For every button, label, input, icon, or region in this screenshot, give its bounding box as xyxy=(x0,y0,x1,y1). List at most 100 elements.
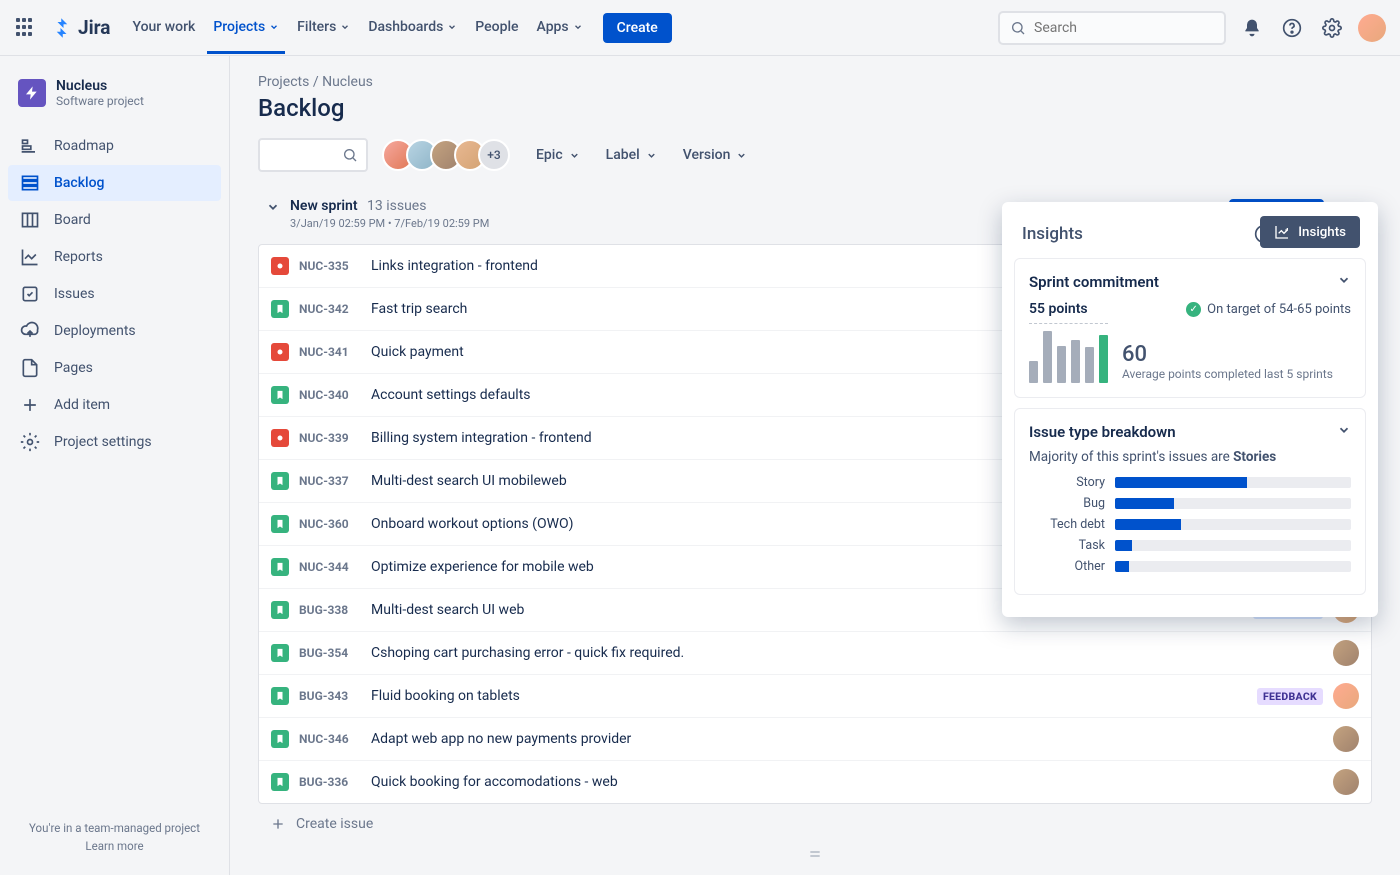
board-icon xyxy=(20,210,40,230)
global-search-input[interactable] xyxy=(1034,20,1214,36)
page-title: Backlog xyxy=(258,94,1372,122)
pages-icon xyxy=(20,358,40,378)
create-button[interactable]: Create xyxy=(603,13,672,43)
breakdown-bar xyxy=(1115,519,1181,530)
jira-logo-icon xyxy=(50,16,74,40)
epic-tag[interactable]: FEEDBACK xyxy=(1257,688,1323,705)
avg-points: 60 xyxy=(1122,342,1333,367)
sidebar-item-label: Deployments xyxy=(54,323,136,339)
sidebar-item-reports[interactable]: Reports xyxy=(8,239,221,275)
chevron-down-icon xyxy=(573,22,583,32)
app-switcher-icon[interactable] xyxy=(14,16,38,40)
sprint-name[interactable]: New sprint xyxy=(290,198,358,214)
plus-icon xyxy=(270,816,286,832)
issue-key[interactable]: NUC-346 xyxy=(299,732,361,746)
issue-key[interactable]: NUC-344 xyxy=(299,560,361,574)
nav-item-apps[interactable]: Apps xyxy=(531,13,589,54)
crumb-parent[interactable]: Projects xyxy=(258,74,309,90)
breakdown-bar xyxy=(1115,540,1132,551)
breakdown-label: Tech debt xyxy=(1029,517,1105,532)
sidebar-item-add-item[interactable]: Add item xyxy=(8,387,221,423)
chevron-down-icon xyxy=(340,22,350,32)
sidebar-item-board[interactable]: Board xyxy=(8,202,221,238)
issue-key[interactable]: NUC-360 xyxy=(299,517,361,531)
sidebar-item-label: Reports xyxy=(54,249,103,265)
create-issue-button[interactable]: Create issue xyxy=(258,806,1372,842)
nav-item-your-work[interactable]: Your work xyxy=(126,13,201,54)
assignee-avatar[interactable] xyxy=(1333,726,1359,752)
sidebar-item-label: Project settings xyxy=(54,434,152,450)
issue-key[interactable]: NUC-337 xyxy=(299,474,361,488)
issue-key[interactable]: NUC-339 xyxy=(299,431,361,445)
story-icon xyxy=(271,515,289,533)
nav-item-dashboards[interactable]: Dashboards xyxy=(362,13,463,54)
help-icon[interactable] xyxy=(1278,14,1306,42)
issue-key[interactable]: BUG-336 xyxy=(299,775,361,789)
issue-row[interactable]: BUG-343 Fluid booking on tablets FEEDBAC… xyxy=(259,675,1371,718)
assignee-avatar[interactable] xyxy=(1333,769,1359,795)
breakdown-row: Bug xyxy=(1029,496,1351,511)
epic-dropdown[interactable]: Epic xyxy=(534,143,582,167)
story-icon xyxy=(271,687,289,705)
issue-row[interactable]: BUG-336 Quick booking for accomodations … xyxy=(259,761,1371,803)
issue-key[interactable]: BUG-354 xyxy=(299,646,361,660)
backlog-icon xyxy=(20,173,40,193)
learn-more-link[interactable]: Learn more xyxy=(14,839,215,853)
crumb-child[interactable]: Nucleus xyxy=(322,74,373,90)
issue-title: Quick booking for accomodations - web xyxy=(371,774,1323,790)
sprint-dates: 3/Jan/19 02:59 PM • 7/Feb/19 02:59 PM xyxy=(290,217,489,230)
profile-avatar[interactable] xyxy=(1358,14,1386,42)
project-header[interactable]: Nucleus Software project xyxy=(8,72,221,114)
chevron-down-icon[interactable] xyxy=(266,200,280,218)
issue-key[interactable]: NUC-335 xyxy=(299,259,361,273)
sidebar-item-label: Backlog xyxy=(54,175,104,191)
sidebar-footer: You're in a team-managed project Learn m… xyxy=(8,815,221,859)
create-issue-label: Create issue xyxy=(296,816,373,832)
breakdown-row: Task xyxy=(1029,538,1351,553)
issue-key[interactable]: NUC-341 xyxy=(299,345,361,359)
assignee-avatar[interactable] xyxy=(1333,640,1359,666)
settings-icon[interactable] xyxy=(1318,14,1346,42)
issue-key[interactable]: BUG-338 xyxy=(299,603,361,617)
chevron-down-icon xyxy=(569,150,580,161)
assignee-filter-avatars[interactable]: +3 xyxy=(382,139,510,171)
velocity-sparkline xyxy=(1029,323,1108,383)
card-title: Sprint commitment xyxy=(1029,273,1159,291)
assignee-avatar[interactable] xyxy=(1333,683,1359,709)
sidebar-item-project-settings[interactable]: Project settings xyxy=(8,424,221,460)
label-dropdown[interactable]: Label xyxy=(604,143,659,167)
issue-row[interactable]: NUC-346 Adapt web app no new payments pr… xyxy=(259,718,1371,761)
issue-row[interactable]: BUG-354 Cshoping cart purchasing error -… xyxy=(259,632,1371,675)
chevron-down-icon[interactable] xyxy=(1337,273,1351,291)
breadcrumb: Projects / Nucleus xyxy=(258,74,1372,90)
jira-logo[interactable]: Jira xyxy=(50,16,110,40)
drag-handle-icon[interactable] xyxy=(258,848,1372,864)
breakdown-bars: Story Bug Tech debt Task Other xyxy=(1029,475,1351,574)
sidebar-item-issues[interactable]: Issues xyxy=(8,276,221,312)
sidebar-item-deployments[interactable]: Deployments xyxy=(8,313,221,349)
issue-key[interactable]: BUG-343 xyxy=(299,689,361,703)
insights-button[interactable]: Insights xyxy=(1260,216,1360,248)
global-search[interactable] xyxy=(998,11,1226,45)
version-dropdown[interactable]: Version xyxy=(681,143,750,167)
sidebar-item-backlog[interactable]: Backlog xyxy=(8,165,221,201)
story-icon xyxy=(271,300,289,318)
sidebar-item-pages[interactable]: Pages xyxy=(8,350,221,386)
nav-item-projects[interactable]: Projects xyxy=(207,13,285,54)
story-icon xyxy=(271,558,289,576)
nav-item-people[interactable]: People xyxy=(469,13,524,54)
avg-points-sub: Average points completed last 5 sprints xyxy=(1122,367,1333,383)
issue-key[interactable]: NUC-340 xyxy=(299,388,361,402)
notifications-icon[interactable] xyxy=(1238,14,1266,42)
chevron-down-icon[interactable] xyxy=(1337,423,1351,441)
nav-items: Your workProjectsFiltersDashboardsPeople… xyxy=(126,1,588,54)
nav-item-filters[interactable]: Filters xyxy=(291,13,356,54)
sidebar-item-roadmap[interactable]: Roadmap xyxy=(8,128,221,164)
breakdown-label: Story xyxy=(1029,475,1105,490)
avatar-more[interactable]: +3 xyxy=(478,139,510,171)
sidebar-item-label: Issues xyxy=(54,286,95,302)
breakdown-row: Tech debt xyxy=(1029,517,1351,532)
backlog-search[interactable] xyxy=(258,138,368,172)
issue-key[interactable]: NUC-342 xyxy=(299,302,361,316)
sidebar-item-label: Board xyxy=(54,212,91,228)
